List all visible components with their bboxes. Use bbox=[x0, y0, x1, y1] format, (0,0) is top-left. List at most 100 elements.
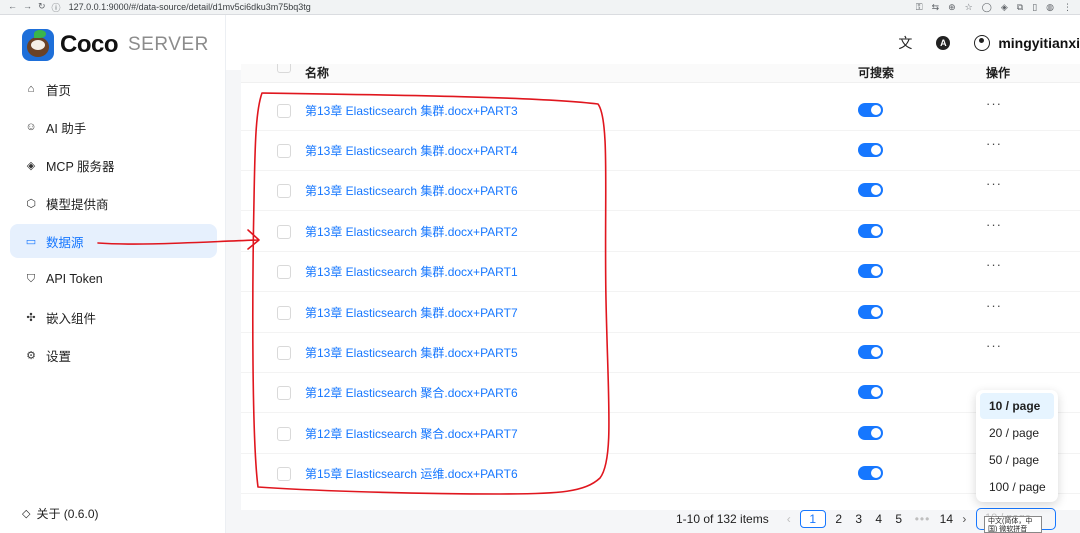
browser-toolbar: ← → ↻ ⓘ 127.0.0.1:9000/#/data-source/det… bbox=[0, 0, 1080, 15]
browser-tools: ⚿ ⇆ ⊕ ☆ ◯ ◈ ⧉ ▯ ◍ ⋮ bbox=[916, 0, 1072, 14]
table-row: 第12章 Elasticsearch 聚合.docx+PART7 bbox=[241, 413, 1080, 454]
top-header: 文 A mingyitianxi bbox=[226, 15, 1080, 71]
more-actions-icon[interactable]: ··· bbox=[986, 298, 1002, 313]
searchable-toggle[interactable] bbox=[858, 103, 883, 117]
more-actions-icon[interactable]: ··· bbox=[986, 136, 1002, 151]
select-all-checkbox[interactable] bbox=[277, 64, 291, 73]
sidebar-item-mcp-server[interactable]: ◈ MCP 服务器 bbox=[10, 148, 217, 182]
next-page-icon[interactable]: › bbox=[962, 512, 966, 526]
about-link[interactable]: ◇ 关于 (0.6.0) bbox=[22, 505, 99, 522]
table-row: 第13章 Elasticsearch 集群.docx+PART3 ··· bbox=[241, 90, 1080, 131]
zoom-icon[interactable]: ⊕ bbox=[948, 2, 956, 13]
searchable-toggle[interactable] bbox=[858, 143, 883, 157]
mcp-icon: ◈ bbox=[26, 159, 36, 172]
sidebar-item-api-token[interactable]: ⛉ API Token bbox=[10, 262, 217, 296]
logo-subtitle: SERVER bbox=[128, 34, 209, 55]
document-link[interactable]: 第15章 Elasticsearch 运维.docx+PART6 bbox=[305, 465, 518, 482]
sidebar-toggle-icon[interactable]: ▯ bbox=[1032, 2, 1037, 13]
searchable-toggle[interactable] bbox=[858, 466, 883, 480]
more-actions-icon[interactable]: ··· bbox=[986, 96, 1002, 111]
extension-icon[interactable]: ◯ bbox=[982, 2, 992, 13]
row-checkbox[interactable] bbox=[277, 427, 291, 441]
row-checkbox[interactable] bbox=[277, 346, 291, 360]
translate-icon[interactable]: ⇆ bbox=[932, 2, 940, 13]
sidebar-item-settings[interactable]: ⚙ 设置 bbox=[10, 338, 217, 372]
sidebar-item-embed-widget[interactable]: ✣ 嵌入组件 bbox=[10, 300, 217, 334]
page-size-dropdown: 10 / page 20 / page 50 / page 100 / page bbox=[976, 390, 1058, 502]
searchable-toggle[interactable] bbox=[858, 224, 883, 238]
column-searchable-header: 可搜索 bbox=[858, 66, 895, 80]
searchable-toggle[interactable] bbox=[858, 385, 883, 399]
document-link[interactable]: 第13章 Elasticsearch 集群.docx+PART3 bbox=[305, 102, 518, 119]
row-checkbox[interactable] bbox=[277, 386, 291, 400]
document-link[interactable]: 第13章 Elasticsearch 集群.docx+PART4 bbox=[305, 142, 518, 159]
document-link[interactable]: 第13章 Elasticsearch 集群.docx+PART7 bbox=[305, 304, 518, 321]
browser-menu-icon[interactable]: ⋮ bbox=[1063, 2, 1072, 13]
page-size-option[interactable]: 20 / page bbox=[980, 420, 1054, 446]
sidebar: Coco SERVER ⌂ 首页 ☺ AI 助手 ◈ MCP 服务器 ⬡ 模型提… bbox=[0, 15, 226, 533]
extensions-puzzle-icon[interactable]: ⧉ bbox=[1017, 2, 1023, 13]
page-size-option[interactable]: 50 / page bbox=[980, 447, 1054, 473]
page-3-button[interactable]: 3 bbox=[852, 512, 866, 526]
site-info-icon[interactable]: ⓘ bbox=[52, 1, 61, 14]
prev-page-icon[interactable]: ‹ bbox=[787, 512, 791, 526]
page-2-button[interactable]: 2 bbox=[832, 512, 846, 526]
logo-name: Coco bbox=[60, 31, 119, 58]
pagination-ellipsis[interactable]: ••• bbox=[915, 512, 931, 526]
page-last-button[interactable]: 14 bbox=[939, 512, 953, 526]
bookmark-star-icon[interactable]: ☆ bbox=[965, 2, 973, 13]
row-checkbox[interactable] bbox=[277, 306, 291, 320]
table-row: 第13章 Elasticsearch 集群.docx+PART7 ··· bbox=[241, 292, 1080, 333]
page-size-option[interactable]: 100 / page bbox=[980, 474, 1054, 500]
user-menu[interactable]: mingyitianxi bbox=[974, 34, 1080, 51]
document-link[interactable]: 第13章 Elasticsearch 集群.docx+PART2 bbox=[305, 223, 518, 240]
searchable-toggle[interactable] bbox=[858, 426, 883, 440]
row-checkbox[interactable] bbox=[277, 144, 291, 158]
address-bar[interactable]: 127.0.0.1:9000/#/data-source/detail/d1mv… bbox=[69, 2, 311, 12]
sidebar-item-label: 首页 bbox=[46, 83, 72, 98]
more-actions-icon[interactable]: ··· bbox=[986, 257, 1002, 272]
row-checkbox[interactable] bbox=[277, 467, 291, 481]
extension-icon-2[interactable]: ◈ bbox=[1001, 2, 1008, 13]
forward-icon[interactable]: → bbox=[23, 1, 32, 14]
searchable-toggle[interactable] bbox=[858, 183, 883, 197]
sidebar-item-model-provider[interactable]: ⬡ 模型提供商 bbox=[10, 186, 217, 220]
searchable-toggle[interactable] bbox=[858, 264, 883, 278]
document-link[interactable]: 第12章 Elasticsearch 聚合.docx+PART6 bbox=[305, 384, 518, 401]
ime-tooltip: 中文(简体，中国) 微软拼音 bbox=[984, 516, 1042, 533]
document-link[interactable]: 第13章 Elasticsearch 集群.docx+PART5 bbox=[305, 344, 518, 361]
puzzle-icon: ✣ bbox=[26, 311, 36, 324]
more-actions-icon[interactable]: ··· bbox=[986, 338, 1002, 353]
sidebar-item-ai-assistant[interactable]: ☺ AI 助手 bbox=[10, 110, 217, 144]
sidebar-item-data-source[interactable]: ▭ 数据源 bbox=[10, 224, 217, 258]
back-icon[interactable]: ← bbox=[8, 1, 17, 14]
document-link[interactable]: 第13章 Elasticsearch 集群.docx+PART6 bbox=[305, 182, 518, 199]
document-link[interactable]: 第13章 Elasticsearch 集群.docx+PART1 bbox=[305, 263, 518, 280]
column-actions-header: 操作 bbox=[986, 66, 1011, 80]
page-4-button[interactable]: 4 bbox=[872, 512, 886, 526]
theme-a-icon[interactable]: A bbox=[936, 35, 951, 50]
more-actions-icon[interactable]: ··· bbox=[986, 176, 1002, 191]
diamond-icon: ◇ bbox=[22, 508, 31, 520]
sidebar-menu: ⌂ 首页 ☺ AI 助手 ◈ MCP 服务器 ⬡ 模型提供商 ▭ 数据源 ⛉ A… bbox=[10, 72, 217, 376]
key-icon[interactable]: ⚿ bbox=[916, 2, 923, 13]
row-checkbox[interactable] bbox=[277, 184, 291, 198]
sidebar-item-label: 嵌入组件 bbox=[46, 311, 97, 326]
profile-icon[interactable]: ◍ bbox=[1046, 2, 1054, 13]
more-actions-icon[interactable]: ··· bbox=[986, 217, 1002, 232]
page-1-button[interactable]: 1 bbox=[799, 510, 826, 528]
sidebar-item-home[interactable]: ⌂ 首页 bbox=[10, 72, 217, 106]
document-link[interactable]: 第12章 Elasticsearch 聚合.docx+PART7 bbox=[305, 425, 518, 442]
reload-icon[interactable]: ↻ bbox=[38, 1, 46, 14]
table-row: 第12章 Elasticsearch 聚合.docx+PART6 bbox=[241, 372, 1080, 413]
row-checkbox[interactable] bbox=[277, 104, 291, 118]
searchable-toggle[interactable] bbox=[858, 345, 883, 359]
sidebar-item-label: 模型提供商 bbox=[46, 197, 109, 212]
language-icon[interactable]: 文 bbox=[898, 33, 912, 53]
page-size-option[interactable]: 10 / page bbox=[980, 393, 1054, 419]
row-checkbox[interactable] bbox=[277, 265, 291, 279]
page-5-button[interactable]: 5 bbox=[892, 512, 906, 526]
searchable-toggle[interactable] bbox=[858, 305, 883, 319]
logo[interactable]: Coco SERVER bbox=[22, 29, 209, 61]
row-checkbox[interactable] bbox=[277, 225, 291, 239]
